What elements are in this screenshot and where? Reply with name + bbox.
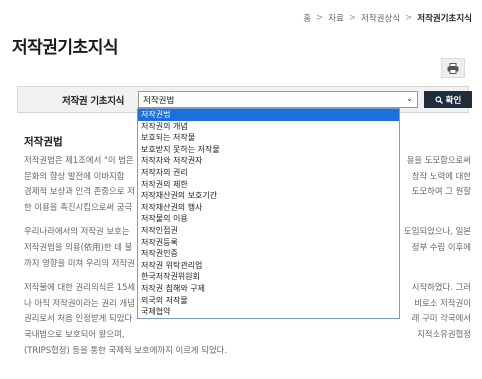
- search-icon: [435, 95, 443, 104]
- dropdown-option[interactable]: 저작권인증: [138, 248, 399, 260]
- breadcrumb: 홈 > 자료 > 저작권상식 > 저작권기초지식: [303, 12, 472, 24]
- breadcrumb-home[interactable]: 홈: [303, 12, 311, 24]
- dropdown-option[interactable]: 저작권 침해와 구제: [138, 283, 399, 295]
- text-line: 정부 수립 이후에: [411, 241, 471, 252]
- text-line: 까지 영향을 미쳐 우리의 저작권: [24, 257, 135, 268]
- confirm-button[interactable]: 확인: [424, 91, 472, 108]
- text-line: 비로소 저작권이: [414, 297, 471, 308]
- breadcrumb-current: 저작권기초지식: [417, 14, 472, 24]
- dropdown-option[interactable]: 국제협약: [138, 306, 399, 318]
- text-line: 지적소유권협정: [417, 328, 471, 339]
- text-line: 문화의 향상 발전에 이바지함: [24, 170, 125, 181]
- dropdown-option[interactable]: 저작재산권의 행사: [138, 202, 399, 214]
- text-line: 창작 노력에 대한: [411, 170, 471, 181]
- printer-icon: [447, 62, 459, 74]
- text-line: 도입되었으나, 일본: [404, 226, 471, 237]
- topic-select[interactable]: 저작권법 ⌄: [138, 91, 418, 108]
- text-line: 저작권법은 제1조에서 "이 법은: [24, 155, 134, 165]
- dropdown-option[interactable]: 저작자와 저작권자: [138, 155, 399, 167]
- text-line: 우리나라에서의 저작권 보호는: [24, 226, 130, 237]
- breadcrumb-copyright-knowledge[interactable]: 저작권상식: [361, 12, 400, 24]
- breadcrumb-separator: >: [316, 13, 324, 23]
- confirm-button-label: 확인: [445, 95, 462, 106]
- chevron-down-icon: ⌄: [406, 94, 413, 103]
- dropdown-option[interactable]: 저작권의 개념: [138, 121, 399, 133]
- text-line: 경제적 보상과 인격 존중으로 저: [24, 186, 135, 197]
- text-line: 시작하였다. 그러: [411, 282, 471, 293]
- dropdown-option[interactable]: 한국저작권위원회: [138, 271, 399, 283]
- text-line: (TRIPS협정) 등을 통한 국제적 보호에까지 이르게 되었다.: [24, 344, 228, 355]
- page-title: 저작권기초지식: [12, 38, 118, 58]
- dropdown-option[interactable]: 보호받지 못하는 저작물: [138, 144, 399, 156]
- breadcrumb-resources[interactable]: 자료: [328, 12, 344, 24]
- text-line: 래 구미 각국에서: [411, 313, 471, 324]
- dropdown-option[interactable]: 저작인접권: [138, 225, 399, 237]
- dropdown-option[interactable]: 저작권법: [138, 109, 399, 121]
- text-line: 저작권법을 의용(依用)한 데 불: [24, 241, 133, 252]
- topic-dropdown-list[interactable]: 저작권법 저작권의 개념 보호되는 저작물 보호받지 못하는 저작물 저작자와 저작권자…: [137, 108, 400, 319]
- dropdown-option[interactable]: 외국의 저작물: [138, 295, 399, 307]
- text-line: 도모하여 그 원할: [411, 186, 471, 197]
- breadcrumb-separator: >: [405, 13, 413, 23]
- text-line: 권리로서 처음 인정받게 되었다: [24, 313, 133, 324]
- text-line: 국내법으로 보호되어 왔으며,: [24, 328, 125, 339]
- text-line: 저작물에 대한 권리의식은 15세: [24, 282, 136, 293]
- breadcrumb-separator: >: [348, 13, 357, 23]
- dropdown-option[interactable]: 저작권 위탁관리업: [138, 260, 399, 272]
- print-button[interactable]: [441, 58, 465, 78]
- dropdown-option[interactable]: 저작물의 이용: [138, 213, 399, 225]
- text-line: 용을 도모함으로써: [406, 155, 471, 165]
- section-title: 저작권법: [24, 136, 63, 148]
- dropdown-option[interactable]: 저작재산권의 보호기간: [138, 190, 399, 202]
- dropdown-option[interactable]: 보호되는 저작물: [138, 132, 399, 144]
- text-line: 나 아직 저작권이라는 권리 개념: [24, 297, 135, 308]
- dropdown-option[interactable]: 저작권등록: [138, 237, 399, 249]
- dropdown-option[interactable]: 저작권의 제한: [138, 179, 399, 191]
- search-label: 저작권 기초지식: [62, 96, 125, 107]
- text-line: 한 이용을 촉진시킴으로써 궁극: [24, 201, 133, 212]
- dropdown-option[interactable]: 저작자의 권리: [138, 167, 399, 179]
- topic-select-value: 저작권법: [143, 96, 175, 106]
